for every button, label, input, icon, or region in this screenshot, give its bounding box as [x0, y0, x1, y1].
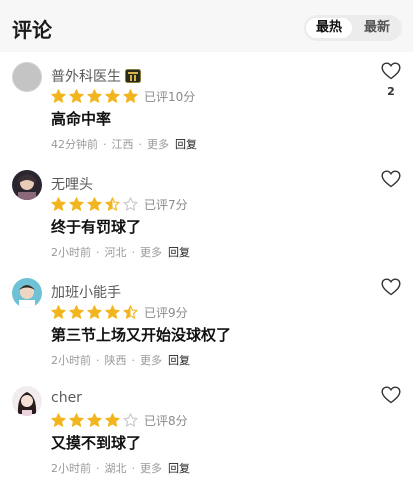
star-filled-icon	[105, 412, 120, 427]
meta-separator: ·	[96, 462, 100, 475]
more-link[interactable]: 更多	[140, 244, 162, 260]
rating-label: 已评10分	[144, 89, 196, 104]
username[interactable]: 普外科医生	[51, 66, 141, 87]
star-filled-icon	[51, 304, 66, 319]
comment-time: 42分钟前	[51, 138, 98, 151]
comment-text: 高命中率	[51, 110, 112, 128]
username[interactable]: 无哩头	[51, 174, 93, 194]
reply-button[interactable]: 回复	[168, 244, 190, 260]
star-filled-icon	[69, 304, 84, 319]
rating-label: 已评7分	[144, 197, 188, 212]
reply-button[interactable]: 回复	[168, 460, 190, 476]
reply-button[interactable]: 回复	[175, 136, 197, 152]
comment-text: 第三节上场又开始没球权了	[51, 326, 232, 344]
tab-latest[interactable]: 最新	[354, 18, 400, 38]
comment-text: 终于有罚球了	[51, 218, 142, 236]
star-filled-icon	[105, 88, 120, 103]
username-text: cher	[51, 390, 82, 406]
star-filled-icon	[87, 88, 102, 103]
username-text: 加班小能手	[51, 285, 121, 301]
username-text: 无哩头	[51, 177, 93, 193]
heart-icon	[381, 62, 401, 84]
avatar[interactable]	[12, 386, 42, 416]
comment-location: 江西	[111, 138, 134, 151]
meta-separator: ·	[131, 354, 136, 367]
comment-text: 又摸不到球了	[51, 434, 142, 452]
star-filled-icon	[87, 196, 102, 211]
comment-time: 2小时前	[51, 246, 91, 259]
star-filled-icon	[69, 88, 84, 103]
comment-location: 陕西	[104, 354, 127, 367]
comment-time: 2小时前	[51, 462, 91, 475]
star-filled-icon	[69, 196, 84, 211]
more-link[interactable]: 更多	[140, 352, 162, 368]
star-filled-icon	[51, 88, 66, 103]
comment-location: 河北	[104, 246, 127, 259]
comment-time: 2小时前	[51, 354, 91, 367]
rating-label: 已评9分	[144, 305, 188, 320]
avatar[interactable]	[12, 62, 42, 92]
comment-location: 湖北	[104, 462, 127, 475]
star-filled-icon	[87, 412, 102, 427]
meta-separator: ·	[131, 246, 136, 259]
username[interactable]: 加班小能手	[51, 282, 121, 302]
like-button[interactable]	[381, 170, 401, 192]
meta-separator: ·	[103, 138, 107, 151]
page-title: 评论	[12, 18, 52, 42]
meta-separator: ·	[96, 354, 100, 367]
comment-meta: 2小时前 · 湖北 · 更多 回复	[51, 460, 190, 476]
meta-separator: ·	[96, 246, 100, 259]
star-filled-icon	[51, 196, 66, 211]
more-link[interactable]: 更多	[147, 136, 169, 152]
sort-segmented-control: 最热 最新	[304, 15, 402, 41]
rating-stars: 已评8分	[51, 412, 188, 428]
star-filled-icon	[123, 88, 138, 103]
rating-label: 已评8分	[144, 413, 188, 428]
comment-item: 加班小能手 已评9分 第三节上场又开始没球权了 2小时前 · 陕西 · 更多 回复	[0, 278, 413, 386]
like-button[interactable]	[381, 386, 401, 408]
rating-stars: 已评10分	[51, 88, 195, 104]
heart-icon	[381, 170, 401, 192]
heart-icon	[381, 278, 401, 300]
user-badge-icon	[125, 69, 141, 87]
comment-item: 普外科医生 已评10分 高命中率 42分钟前 · 江西 · 更多 回复 2	[0, 62, 413, 170]
heart-icon	[381, 386, 401, 408]
rating-stars: 已评7分	[51, 196, 188, 212]
avatar[interactable]	[12, 278, 42, 308]
like-button[interactable]: 2	[381, 62, 401, 98]
username-text: 普外科医生	[51, 69, 121, 85]
comment-meta: 42分钟前 · 江西 · 更多 回复	[51, 136, 197, 152]
reply-button[interactable]: 回复	[168, 352, 190, 368]
rating-stars: 已评9分	[51, 304, 188, 320]
comment-item: cher 已评8分 又摸不到球了 2小时前 · 湖北 · 更多 回复	[0, 386, 413, 494]
star-half-icon	[123, 304, 138, 319]
tab-hottest[interactable]: 最热	[306, 18, 352, 38]
more-link[interactable]: 更多	[140, 460, 162, 476]
like-button[interactable]	[381, 278, 401, 300]
meta-separator: ·	[138, 138, 143, 151]
comment-meta: 2小时前 · 河北 · 更多 回复	[51, 244, 190, 260]
username[interactable]: cher	[51, 390, 82, 406]
avatar[interactable]	[12, 170, 42, 200]
comment-item: 无哩头 已评7分 终于有罚球了 2小时前 · 河北 · 更多 回复	[0, 170, 413, 278]
comments-header: 评论 最热 最新	[0, 0, 413, 52]
meta-separator: ·	[131, 462, 136, 475]
star-filled-icon	[51, 412, 66, 427]
star-empty-icon	[123, 196, 138, 211]
star-empty-icon	[123, 412, 138, 427]
comment-meta: 2小时前 · 陕西 · 更多 回复	[51, 352, 190, 368]
star-filled-icon	[69, 412, 84, 427]
star-filled-icon	[105, 304, 120, 319]
star-filled-icon	[87, 304, 102, 319]
like-count: 2	[387, 85, 395, 98]
star-half-icon	[105, 196, 120, 211]
